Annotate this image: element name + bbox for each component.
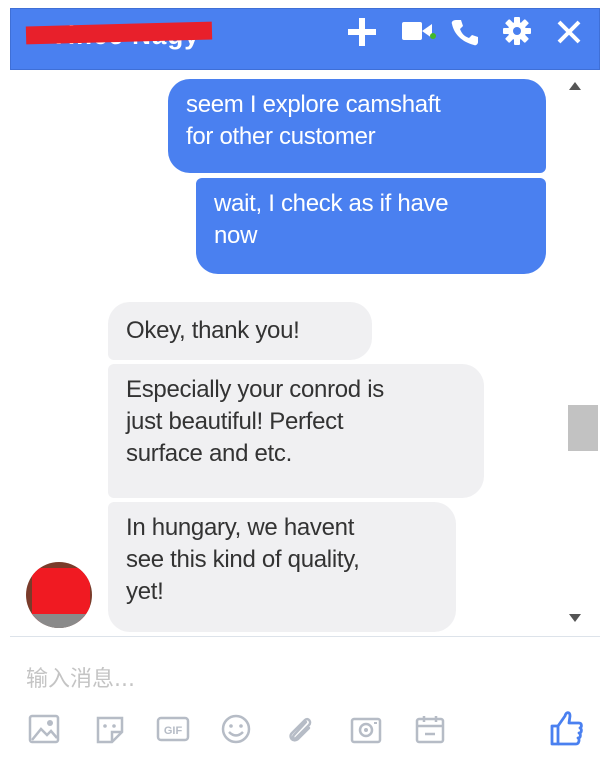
message-bubble-incoming: In hungary, we havent see this kind of q… [108,502,456,632]
message-bubble-outgoing: seem I explore camshaft for other custom… [168,79,546,173]
message-bubble-incoming: Especially your conrod is just beautiful… [108,364,484,498]
camera-icon[interactable] [350,714,382,744]
scroll-down-arrow-icon[interactable] [569,614,581,622]
sticker-icon[interactable] [94,714,126,744]
message-input[interactable] [26,662,506,696]
gear-icon[interactable] [502,16,532,46]
message-bubble-incoming: Okey, thank you! [108,302,372,360]
thumbs-up-icon[interactable] [548,708,584,753]
scrollbar-thumb[interactable] [568,405,598,451]
plus-icon[interactable] [346,16,378,48]
composer-divider [10,636,600,637]
calendar-icon[interactable] [414,714,446,744]
gif-icon[interactable]: GIF [156,714,190,744]
avatar-shirt [26,614,92,628]
scrollbar[interactable] [566,70,600,635]
avatar[interactable] [26,562,92,628]
close-icon[interactable] [556,19,582,45]
scroll-up-arrow-icon[interactable] [569,82,581,90]
svg-text:GIF: GIF [164,725,183,737]
attachment-icon[interactable] [284,714,316,744]
message-bubble-outgoing: wait, I check as if have now [196,178,546,274]
emoji-icon[interactable] [220,714,252,744]
video-call-icon[interactable] [402,20,436,42]
image-icon[interactable] [28,714,60,744]
phone-icon[interactable] [450,18,478,46]
